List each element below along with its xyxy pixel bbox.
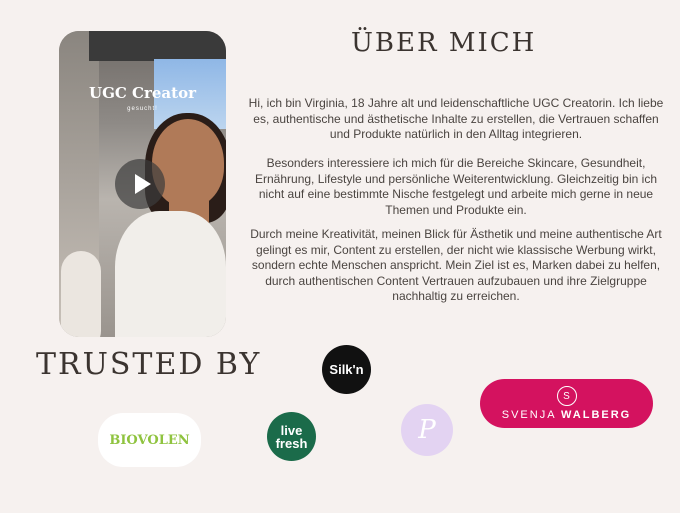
video-background-roof — [89, 31, 226, 61]
svenja-walberg-logo-text: SVENJA WALBERG — [502, 409, 631, 421]
biovolen-logo-text: BIOVOLEN — [109, 432, 190, 448]
about-paragraph-3: Durch meine Kreativität, meinen Blick fü… — [250, 227, 662, 303]
silkn-logo-text: Silk'n — [329, 362, 364, 377]
silkn-logo: Silk'n — [322, 345, 371, 394]
video-subtitle: gesucht! — [127, 106, 158, 112]
video-person-dress — [115, 211, 226, 337]
play-button[interactable] — [115, 159, 165, 209]
livefresh-logo: live fresh — [267, 412, 316, 461]
trusted-by-heading: TRUSTED BY — [36, 347, 262, 382]
svenja-walberg-logo: S SVENJA WALBERG — [480, 379, 653, 428]
livefresh-logo-line2: fresh — [275, 435, 308, 451]
biovolen-logo: BIOVOLEN — [98, 413, 201, 467]
svenja-walberg-first: SVENJA — [501, 409, 556, 421]
ugc-video-thumbnail[interactable]: UGC Creator gesucht! — [59, 31, 226, 337]
about-paragraph-1: Hi, ich bin Virginia, 18 Jahre alt und l… — [248, 96, 664, 141]
video-title: UGC Creator — [89, 84, 196, 102]
page-title: ÜBER MICH — [351, 28, 537, 58]
p-brand-logo: P — [401, 404, 453, 456]
svenja-walberg-emblem-icon: S — [556, 386, 577, 406]
video-foreground-arm — [61, 251, 101, 337]
svenja-walberg-last: WALBERG — [561, 409, 632, 421]
about-paragraph-2: Besonders interessiere ich mich für die … — [255, 156, 657, 217]
play-icon — [135, 174, 151, 194]
livefresh-logo-line1: live — [280, 422, 303, 438]
